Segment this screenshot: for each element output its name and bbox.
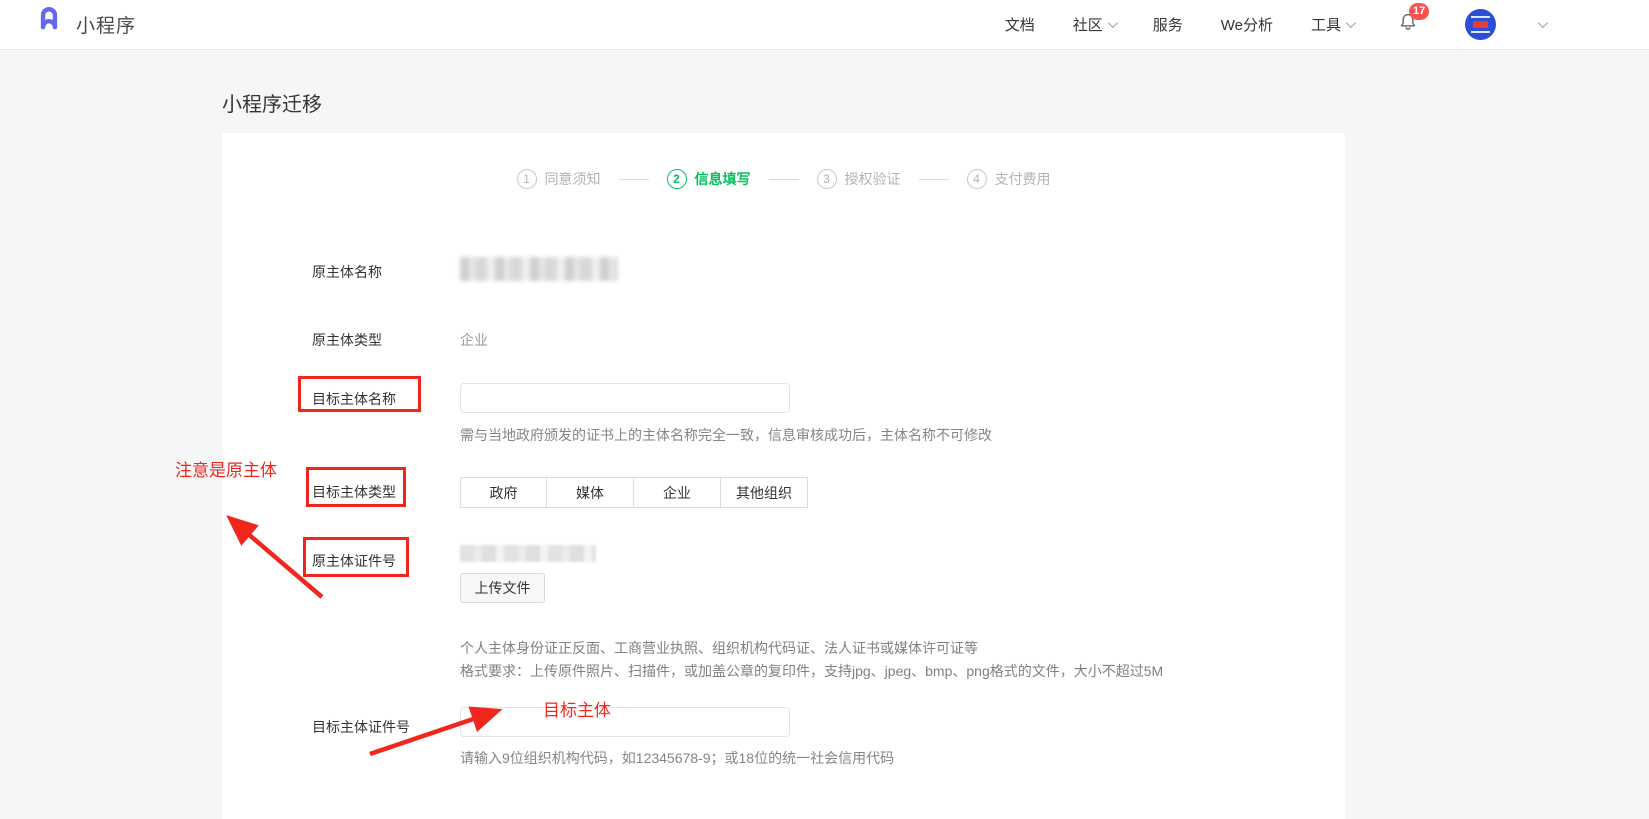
nav-item-tools-label: 工具 [1311,14,1341,35]
annotation-note-original: 注意是原主体 [175,456,277,481]
notification-badge: 17 [1409,3,1429,20]
original-type-value: 企业 [460,330,488,350]
target-id-label: 目标主体证件号 [312,717,410,737]
step-label: 同意须知 [545,169,601,189]
original-id-label: 原主体证件号 [312,551,396,571]
step-connector [769,179,799,180]
target-type-label: 目标主体类型 [312,482,396,502]
account-chevron-icon[interactable] [1538,18,1548,28]
step-number: 1 [517,169,537,189]
target-id-input[interactable] [460,707,790,737]
target-id-helper: 请输入9位组织机构代码，如12345678-9；或18位的统一社会信用代码 [460,748,894,768]
nav-item-services[interactable]: 服务 [1153,14,1183,35]
step-label: 支付费用 [995,169,1051,189]
step-label: 授权验证 [845,169,901,189]
page: 小程序 文档 社区 服务 We分析 工具 [0,0,1649,819]
target-type-option-enterprise[interactable]: 企业 [634,477,721,508]
upload-notes: 个人主体身份证正反面、工商营业执照、组织机构代码证、法人证书或媒体许可证等 格式… [460,637,1163,683]
brand-title: 小程序 [76,11,136,38]
upload-note-line: 格式要求：上传原件照片、扫描件，或加盖公章的复印件，支持jpg、jpeg、bmp… [460,660,1163,683]
nav-item-services-label: 服务 [1153,14,1183,35]
step-connector [919,179,949,180]
nav-item-we-analysis[interactable]: We分析 [1221,14,1273,35]
nav-item-we-analysis-label: We分析 [1221,14,1273,35]
target-type-segmented-control: 政府 媒体 企业 其他组织 [460,477,808,508]
target-name-input[interactable] [460,383,790,413]
step-indicator: 1 同意须知 2 信息填写 3 授权验证 4 支付费用 [222,169,1345,189]
chevron-down-icon [1108,18,1118,28]
top-navbar: 小程序 文档 社区 服务 We分析 工具 [0,0,1649,50]
user-avatar[interactable] [1465,9,1496,40]
original-name-redacted-value [460,257,618,281]
page-title: 小程序迁移 [222,88,322,117]
avatar-detail [1471,31,1490,33]
step-number: 3 [817,169,837,189]
nav-item-docs-label: 文档 [1005,14,1035,35]
notification-bell[interactable]: 17 [1397,11,1419,38]
step-auth-verify: 3 授权验证 [817,169,901,189]
original-name-label: 原主体名称 [312,262,382,282]
miniprogram-logo-icon [32,5,66,44]
step-agree-notice: 1 同意须知 [517,169,601,189]
nav-item-community-label: 社区 [1073,14,1103,35]
avatar-detail [1471,16,1490,18]
nav-item-tools[interactable]: 工具 [1311,14,1353,35]
nav-item-community[interactable]: 社区 [1073,14,1115,35]
step-fill-info: 2 信息填写 [667,169,751,189]
chevron-down-icon [1346,18,1356,28]
nav-item-docs[interactable]: 文档 [1005,14,1035,35]
step-number: 4 [967,169,987,189]
upload-file-button[interactable]: 上传文件 [460,573,545,603]
target-name-label: 目标主体名称 [312,389,396,409]
migration-card: 1 同意须知 2 信息填写 3 授权验证 4 支付费用 原主体名称 原主体类型 [222,133,1345,819]
bell-icon [1397,20,1419,37]
main-nav: 文档 社区 服务 We分析 工具 [1005,9,1545,40]
step-label: 信息填写 [695,169,751,189]
avatar-detail [1473,21,1488,28]
target-type-option-media[interactable]: 媒体 [547,477,634,508]
annotation-note-target: 目标主体 [543,696,611,721]
step-number: 2 [667,169,687,189]
target-type-option-other[interactable]: 其他组织 [721,477,808,508]
step-pay-fee: 4 支付费用 [967,169,1051,189]
original-id-redacted-value [460,545,596,562]
step-connector [619,179,649,180]
target-type-option-government[interactable]: 政府 [460,477,547,508]
upload-note-line: 个人主体身份证正反面、工商营业执照、组织机构代码证、法人证书或媒体许可证等 [460,637,1163,660]
target-name-helper: 需与当地政府颁发的证书上的主体名称完全一致，信息审核成功后，主体名称不可修改 [460,425,992,445]
original-type-label: 原主体类型 [312,330,382,350]
brand[interactable]: 小程序 [32,5,136,44]
